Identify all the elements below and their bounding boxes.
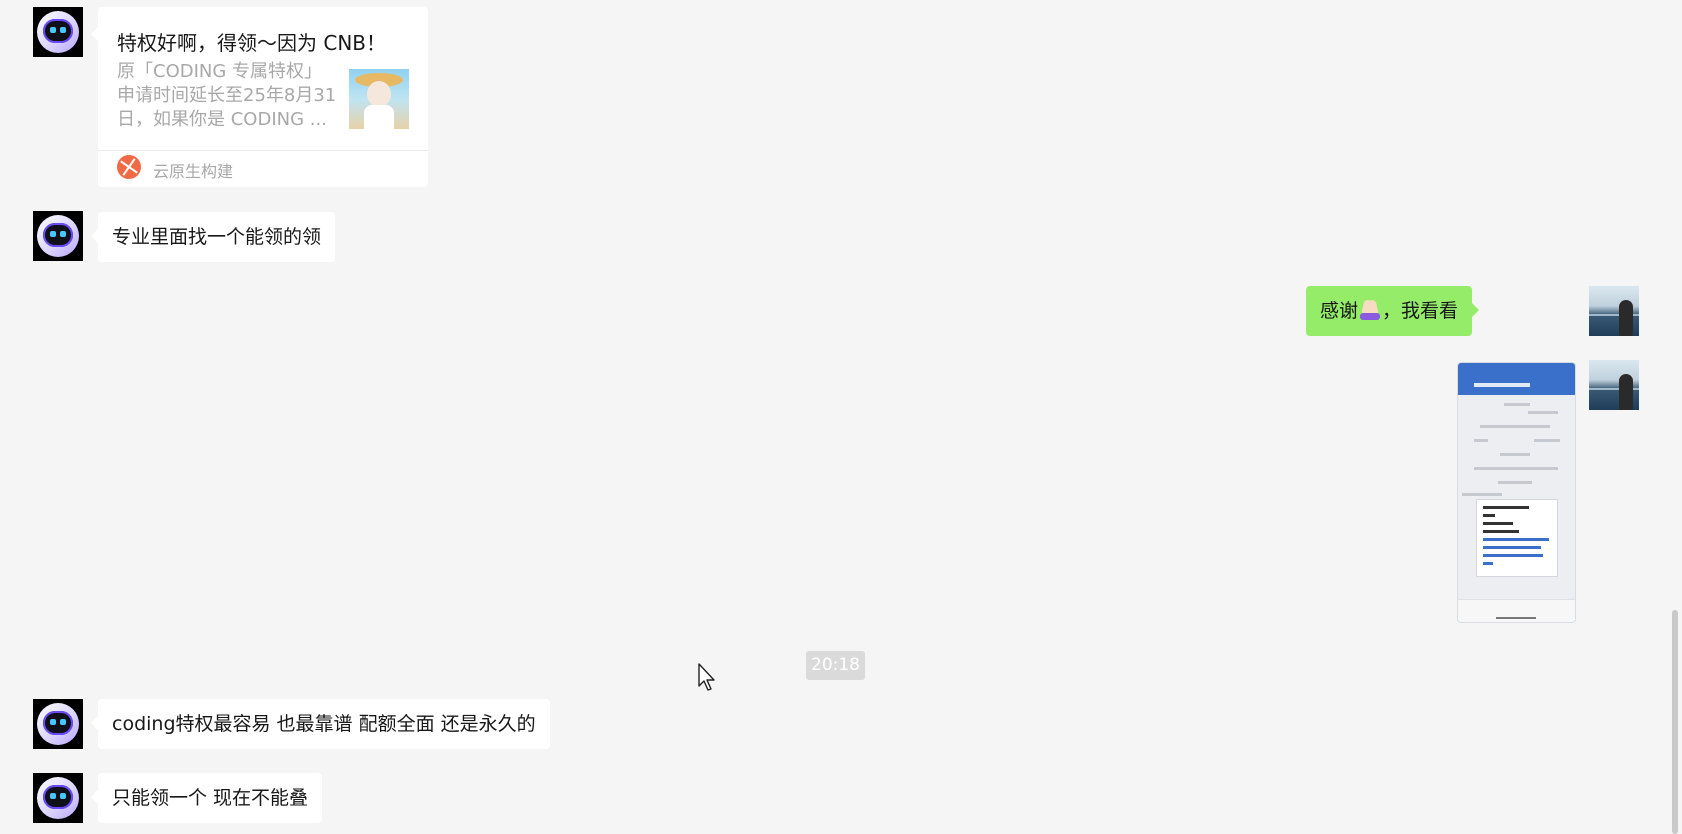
- bot-avatar[interactable]: [33, 773, 83, 823]
- basketball-icon: [117, 155, 141, 179]
- link-card-source: 云原生构建: [153, 162, 234, 181]
- mouse-cursor-icon: [698, 663, 715, 691]
- my-avatar[interactable]: [1589, 360, 1639, 410]
- bot-avatar[interactable]: [33, 7, 83, 57]
- incoming-message[interactable]: 只能领一个 现在不能叠: [90, 773, 323, 823]
- chat-scrollbar[interactable]: [1672, 610, 1678, 834]
- link-card-title: 特权好啊，得领～因为 CNB！: [117, 31, 387, 55]
- link-card-message[interactable]: 特权好啊，得领～因为 CNB！ 原「CODING 专属特权」 申请时间延长至25…: [91, 7, 428, 187]
- message-text: coding特权最容易 也最靠谱 配额全面 还是永久的: [112, 713, 536, 735]
- message-text: ，我看看: [1381, 300, 1458, 322]
- chat-panel: 特权好啊，得领～因为 CNB！ 原「CODING 专属特权」 申请时间延长至25…: [0, 0, 1682, 834]
- image-message[interactable]: [1457, 362, 1576, 623]
- pray-hands-emoji: [1359, 299, 1381, 320]
- message-text: 专业里面找一个能领的领: [112, 226, 322, 248]
- my-avatar[interactable]: [1589, 286, 1639, 336]
- incoming-message[interactable]: 专业里面找一个能领的领: [90, 212, 336, 262]
- bot-avatar[interactable]: [33, 699, 83, 749]
- link-card-description: 原「CODING 专属特权」 申请时间延长至25年8月31 日，如果你是 COD…: [117, 61, 337, 130]
- incoming-message[interactable]: coding特权最容易 也最靠谱 配额全面 还是永久的: [91, 699, 550, 749]
- message-text: 感谢: [1319, 300, 1358, 322]
- link-card-thumbnail: [349, 69, 409, 129]
- card-divider: [98, 150, 428, 151]
- time-divider: 20:18: [806, 651, 865, 680]
- bot-avatar[interactable]: [33, 211, 83, 261]
- outgoing-message[interactable]: 感谢 ，我看看: [1305, 286, 1480, 336]
- message-text: 只能领一个 现在不能叠: [112, 787, 309, 809]
